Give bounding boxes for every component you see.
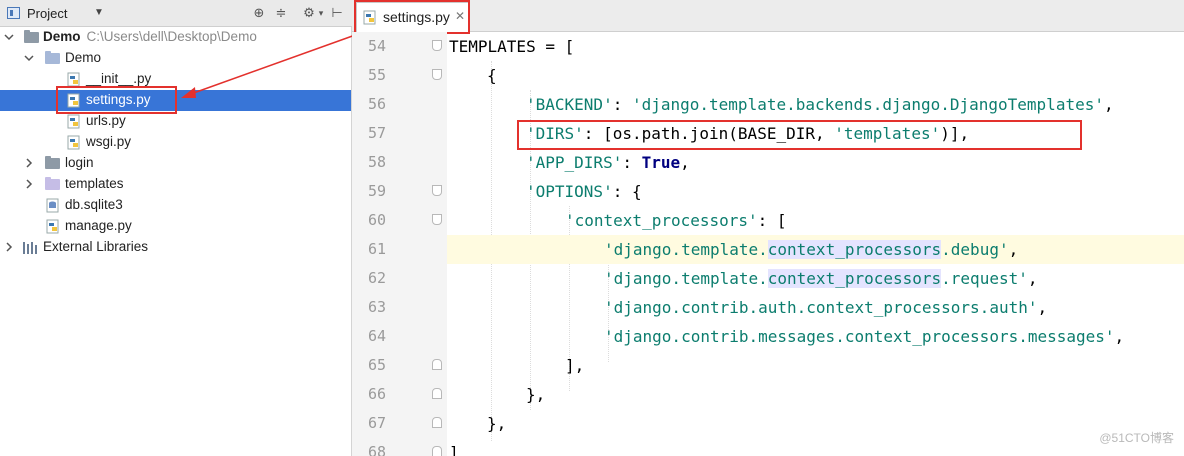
folder-icon xyxy=(45,156,60,169)
fold-marker-icon[interactable] xyxy=(432,69,442,80)
hide-panel-icon[interactable]: ⊢ xyxy=(328,4,346,22)
line-number: 56 xyxy=(367,95,386,113)
line-number: 65 xyxy=(367,356,386,374)
project-path-hint: C:\Users\dell\Desktop\Demo xyxy=(86,29,257,44)
tree-item-urls-py[interactable]: urls.py xyxy=(0,111,351,132)
line-number: 58 xyxy=(367,153,386,171)
python-file-icon xyxy=(67,72,80,87)
tree-item-label: manage.py xyxy=(65,218,132,233)
tree-item-label: db.sqlite3 xyxy=(65,197,123,212)
tree-item-wsgi-py[interactable]: wsgi.py xyxy=(0,132,351,153)
tree-item-db-sqlite3[interactable]: db.sqlite3 xyxy=(0,195,351,216)
expand-arrow-icon[interactable] xyxy=(4,32,14,42)
tree-item-templates[interactable]: templates xyxy=(0,174,351,195)
line-number: 57 xyxy=(367,124,386,142)
editor-area: settings.py ✕ 54 55 56 57 58 59 60 61 62… xyxy=(352,0,1184,456)
python-file-icon xyxy=(46,219,59,234)
templates-folder-icon xyxy=(45,177,60,190)
fold-marker-icon[interactable] xyxy=(432,417,442,428)
code-line-64: 'django.contrib.messages.context_process… xyxy=(604,327,1125,346)
chevron-down-icon[interactable]: ▼ xyxy=(94,7,104,18)
collapsed-arrow-icon[interactable] xyxy=(4,242,14,252)
package-folder-icon xyxy=(45,51,60,64)
tree-item-label: wsgi.py xyxy=(86,134,132,149)
tree-item-demo-root[interactable]: Demo C:\Users\dell\Desktop\Demo xyxy=(0,27,351,48)
tree-item-label: Demo xyxy=(65,50,102,65)
dirs-annotation-box xyxy=(517,120,1082,150)
code-line-54: TEMPLATES = [ xyxy=(449,37,575,56)
line-number: 67 xyxy=(367,414,386,432)
collapsed-arrow-icon[interactable] xyxy=(24,179,34,189)
database-file-icon xyxy=(46,198,59,213)
code-line-58: 'APP_DIRS': True, xyxy=(526,153,690,172)
line-number: 59 xyxy=(367,182,386,200)
library-icon xyxy=(23,242,37,254)
project-panel-header: Project ▼ ⊕ ≑ ⚙ ▾ ⊢ xyxy=(0,0,352,27)
line-number: 55 xyxy=(367,66,386,84)
line-number: 61 xyxy=(367,240,386,258)
tab-annotation-box xyxy=(354,0,470,34)
python-file-icon xyxy=(67,135,80,150)
fold-marker-icon[interactable] xyxy=(432,446,442,456)
code-line-59: 'OPTIONS': { xyxy=(526,182,642,201)
code-line-65: ], xyxy=(565,356,585,375)
tree-item-login[interactable]: login xyxy=(0,153,351,174)
code-line-61-caret: 'django.template.context_processors.debu… xyxy=(447,235,1184,264)
fold-marker-icon[interactable] xyxy=(432,40,442,51)
tree-item-label: Demo C:\Users\dell\Desktop\Demo xyxy=(43,29,257,44)
line-number: 68 xyxy=(367,443,386,456)
project-panel-title[interactable]: Project xyxy=(27,6,67,21)
code-line-63: 'django.contrib.auth.context_processors.… xyxy=(604,298,1048,317)
line-number: 64 xyxy=(367,327,386,345)
expand-arrow-icon[interactable] xyxy=(24,53,34,63)
tree-item-label: templates xyxy=(65,176,124,191)
line-number: 63 xyxy=(367,298,386,316)
code-line-68: ] xyxy=(449,443,459,456)
settings-annotation-box xyxy=(56,86,177,114)
code-line-67: }, xyxy=(487,414,507,433)
tree-item-label: External Libraries xyxy=(43,239,149,254)
fold-marker-icon[interactable] xyxy=(432,359,442,370)
tree-item-label: login xyxy=(65,155,94,170)
line-number: 66 xyxy=(367,385,386,403)
tree-item-demo-package[interactable]: Demo xyxy=(0,48,351,69)
fold-marker-icon[interactable] xyxy=(432,214,442,225)
code-line-56: 'BACKEND': 'django.template.backends.dja… xyxy=(526,95,1114,114)
folder-icon xyxy=(24,30,39,43)
fold-marker-icon[interactable] xyxy=(432,185,442,196)
collapse-all-icon[interactable]: ≑ xyxy=(272,4,290,22)
python-file-icon xyxy=(67,114,80,129)
line-number: 54 xyxy=(367,37,386,55)
editor-tab-bar: settings.py ✕ xyxy=(352,0,1184,34)
tree-item-manage-py[interactable]: manage.py xyxy=(0,216,351,237)
code-line-66: }, xyxy=(526,385,546,404)
tree-item-label: urls.py xyxy=(86,113,126,128)
tree-item-external-libraries[interactable]: External Libraries xyxy=(0,237,351,258)
scroll-from-source-icon[interactable]: ⊕ xyxy=(250,4,268,22)
code-line-62: 'django.template.context_processors.requ… xyxy=(604,269,1038,288)
project-view-icon xyxy=(7,7,20,19)
code-editor[interactable]: TEMPLATES = [ { 'BACKEND': 'django.templ… xyxy=(447,32,1184,456)
tree-item-label: __init__.py xyxy=(86,71,152,86)
line-number: 62 xyxy=(367,269,386,287)
code-line-60: 'context_processors': [ xyxy=(565,211,787,230)
collapsed-arrow-icon[interactable] xyxy=(24,158,34,168)
fold-marker-icon[interactable] xyxy=(432,388,442,399)
code-line-55: { xyxy=(487,66,497,85)
project-panel: Project ▼ ⊕ ≑ ⚙ ▾ ⊢ Demo C:\Users\dell\De… xyxy=(0,0,352,456)
line-number: 60 xyxy=(367,211,386,229)
line-number-gutter: 54 55 56 57 58 59 60 61 62 63 64 65 66 6… xyxy=(352,32,447,456)
watermark: @51CTO博客 xyxy=(1099,431,1174,445)
